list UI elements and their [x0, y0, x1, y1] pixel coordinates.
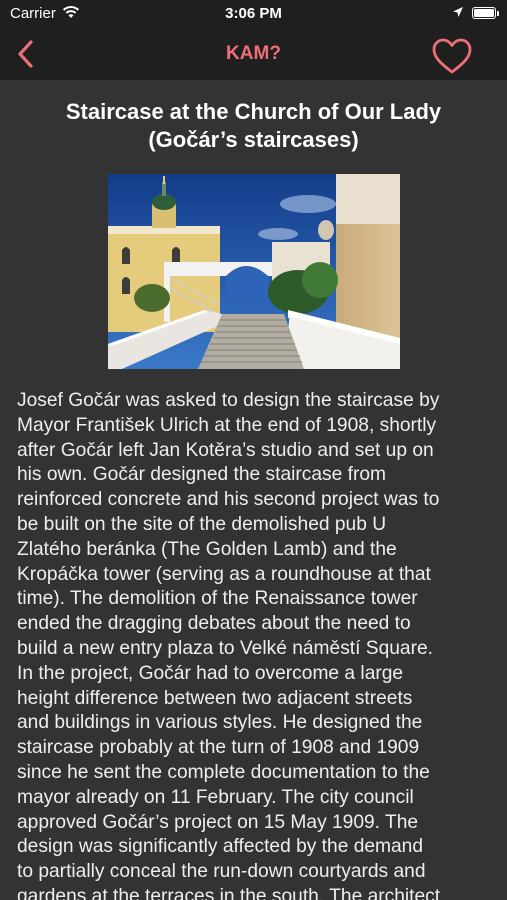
body-line: build a new entry plaza to Velké náměstí… [17, 637, 433, 659]
favorite-heart-icon[interactable] [430, 36, 474, 76]
body-line: design was significantly affected by the… [17, 836, 424, 858]
battery-icon [472, 7, 499, 19]
body-line: to partially conceal the run-down courty… [17, 861, 426, 883]
article-title: Staircase at the Church of Our Lady (Goč… [20, 98, 487, 154]
body-line: staircase probably at the turn of 1908 a… [17, 737, 420, 759]
navigation-bar: KAM? [0, 28, 507, 80]
body-line: be built on the site of the demolished p… [17, 513, 387, 535]
body-line: after Gočár left Jan Kotěra’s studio and… [17, 439, 434, 461]
location-arrow-icon [453, 7, 463, 17]
body-line: since he sent the complete documentation… [17, 761, 430, 783]
body-line: Zlatého beránka (The Golden Lamb) and th… [17, 538, 397, 560]
body-line: mayor already on 11 February. The city c… [17, 786, 414, 808]
body-line: and buildings in various styles. He desi… [17, 712, 423, 734]
body-line: Mayor František Ulrich at the end of 190… [17, 414, 437, 436]
body-line: his own. Gočár designed the staircase fr… [17, 464, 387, 486]
article-title-line-1: Staircase at the Church of Our Lady [65, 99, 442, 124]
body-line: Kropáčka tower (serving as a roundhouse … [17, 563, 431, 585]
article-content: Staircase at the Church of Our Lady (Goč… [0, 80, 507, 900]
body-line: In the project, Gočár had to overcome a … [17, 662, 404, 684]
staircase-photo [108, 174, 400, 369]
clock-time: 3:06 PM [225, 5, 282, 22]
body-line: reinforced concrete and his second proje… [17, 489, 440, 511]
body-line: approved Gočár’s project on 15 May 1909.… [17, 811, 419, 833]
article-title-line-2: (Gočár’s staircases) [148, 127, 359, 152]
article-body: Josef Gočár was asked to design the stai… [17, 389, 495, 900]
body-line: ended the dragging debates about the nee… [17, 613, 411, 635]
body-line: gardens at the terraces in the south. Th… [17, 885, 441, 900]
status-bar: Carrier 3:06 PM [0, 0, 507, 28]
body-line: height difference between two adjacent s… [17, 687, 413, 709]
body-line: time). The demolition of the Renaissance… [17, 588, 418, 610]
body-line: Josef Gočár was asked to design the stai… [17, 390, 440, 411]
